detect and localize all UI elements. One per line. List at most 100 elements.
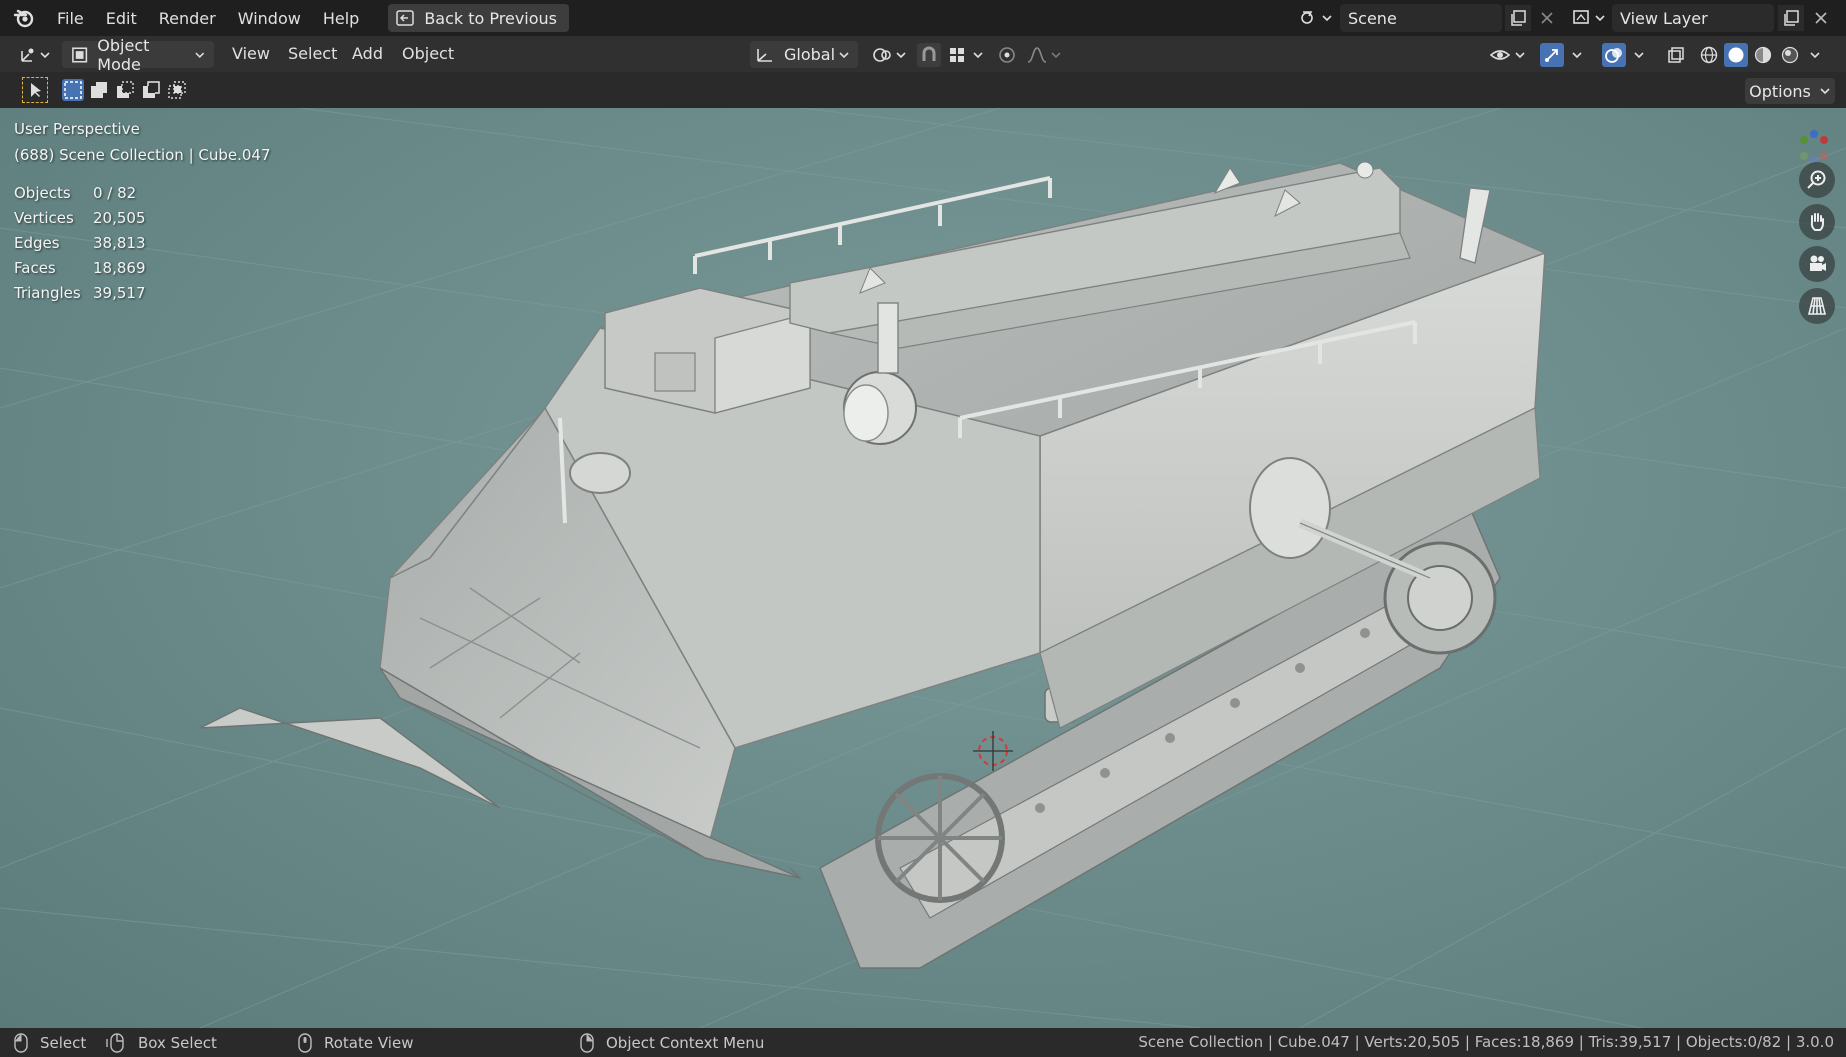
editor-type-button[interactable] (18, 43, 54, 67)
top-menu-bar: File Edit Render Window Help Back to Pre… (0, 0, 1846, 36)
snap-toggle[interactable] (917, 43, 941, 67)
shading-wireframe-button[interactable] (1697, 43, 1721, 67)
navigation-gizmo[interactable] (1796, 130, 1832, 166)
menu-file[interactable]: File (46, 9, 95, 28)
solid-sphere-icon (1728, 47, 1744, 63)
object-mode-label: Object Mode (97, 35, 150, 74)
delete-scene-button[interactable] (1534, 5, 1560, 31)
select-mode-intersect-button[interactable] (166, 79, 188, 101)
close-icon (1541, 12, 1553, 24)
menu-edit[interactable]: Edit (95, 9, 148, 28)
new-view-layer-button[interactable] (1778, 5, 1804, 31)
view-name: User Perspective (14, 120, 140, 138)
proportional-editing-toggle[interactable] (995, 43, 1019, 67)
chevron-down-icon (839, 51, 849, 58)
viewport-info-overlay: User Perspective (688) Scene Collection … (14, 120, 271, 309)
zoom-view-button[interactable] (1799, 162, 1835, 198)
chevron-down-icon (195, 52, 205, 58)
shading-dropdown[interactable] (1806, 43, 1824, 67)
status-rotate-view-label: Rotate View (324, 1034, 414, 1052)
object-visibility-dropdown[interactable] (1488, 43, 1528, 67)
transform-orientation-dropdown[interactable]: Global (750, 41, 858, 68)
tool-settings-bar: Options (0, 72, 1846, 108)
scene-name-field[interactable]: Scene (1340, 4, 1502, 32)
scene-selector-button[interactable] (1296, 7, 1336, 29)
stat-row: Objects 0 / 82 (14, 184, 271, 209)
viewport-scene[interactable] (0, 108, 1846, 1028)
status-context-menu-label: Object Context Menu (606, 1034, 765, 1052)
status-hint-context-menu: Object Context Menu (580, 1033, 764, 1053)
orientation-axes-icon (757, 48, 772, 62)
back-to-previous-button[interactable]: Back to Previous (388, 4, 570, 32)
select-extend-icon (91, 82, 107, 98)
shading-material-button[interactable] (1751, 43, 1775, 67)
shading-rendered-button[interactable] (1778, 43, 1802, 67)
menu-help[interactable]: Help (312, 9, 370, 28)
object-mode-dropdown[interactable]: Object Mode (62, 36, 214, 74)
pivot-point-icon (873, 48, 906, 62)
show-gizmo-toggle[interactable] (1540, 43, 1564, 67)
new-scene-button[interactable] (1505, 5, 1531, 31)
blender-logo-icon[interactable] (12, 6, 36, 30)
options-label: Options (1749, 81, 1811, 101)
collection-info: (688) Scene Collection | Cube.047 (14, 146, 271, 164)
show-overlays-toggle[interactable] (1602, 43, 1626, 67)
camera-icon (1810, 255, 1826, 271)
gizmo-dropdown[interactable] (1568, 43, 1586, 67)
select-mode-new-button[interactable] (62, 79, 84, 101)
wireframe-sphere-icon (1700, 46, 1718, 64)
menu-render[interactable]: Render (148, 9, 227, 28)
pan-view-button[interactable] (1799, 204, 1835, 240)
3d-viewport[interactable]: User Perspective (688) Scene Collection … (0, 108, 1846, 1028)
select-mode-difference-button[interactable] (140, 79, 162, 101)
scene-statistics: Objects 0 / 82 Vertices 20,505 Edges 38,813… (14, 184, 271, 309)
stat-value: 0 / 82 (93, 184, 137, 202)
select-mode-extend-button[interactable] (88, 79, 110, 101)
shading-solid-button[interactable] (1724, 43, 1748, 67)
stat-row: Vertices 20,505 (14, 209, 271, 234)
view-layer-value: View Layer (1620, 8, 1708, 28)
falloff-curve-icon (1027, 47, 1061, 63)
duplicate-icon (1784, 10, 1799, 26)
status-hint-select: Select (14, 1033, 86, 1053)
camera-view-button[interactable] (1799, 246, 1835, 282)
magnet-icon (922, 46, 936, 61)
pivot-point-dropdown[interactable] (870, 43, 908, 67)
menu-add[interactable]: Add (352, 44, 383, 63)
chevron-down-icon (1634, 52, 1644, 59)
menu-object[interactable]: Object (402, 44, 454, 63)
status-select-label: Select (40, 1034, 87, 1052)
back-button-label: Back to Previous (424, 8, 558, 28)
status-bar: Select Box Select Rotate View Object Con… (0, 1028, 1846, 1057)
menu-view[interactable]: View (232, 44, 270, 63)
xray-toggle[interactable] (1664, 43, 1688, 67)
select-tool-button[interactable] (22, 77, 48, 103)
options-dropdown[interactable]: Options (1745, 78, 1835, 104)
snap-target-dropdown[interactable] (946, 43, 986, 67)
chevron-down-icon (1810, 52, 1820, 59)
stat-label: Objects (14, 184, 71, 202)
stat-value: 38,813 (93, 234, 146, 252)
proportional-falloff-dropdown[interactable] (1024, 43, 1064, 67)
select-mode-subtract-button[interactable] (114, 79, 136, 101)
stat-label: Faces (14, 259, 56, 277)
stat-label: Triangles (14, 284, 81, 302)
toggle-perspective-button[interactable] (1799, 288, 1835, 324)
back-arrow-icon (396, 10, 415, 26)
scene-name-value: Scene (1348, 8, 1397, 28)
proportional-edit-icon (999, 47, 1015, 63)
stat-value: 18,869 (93, 259, 146, 277)
menu-window[interactable]: Window (227, 9, 312, 28)
view-layer-selector-button[interactable] (1570, 7, 1608, 29)
mouse-drag-icon (106, 1033, 124, 1053)
status-hint-rotate-view: Rotate View (298, 1033, 413, 1053)
view-layer-field[interactable]: View Layer (1612, 4, 1774, 32)
cursor-icon (31, 83, 41, 97)
select-intersect-icon (168, 81, 186, 99)
stat-row: Triangles 39,517 (14, 284, 271, 309)
overlays-dropdown[interactable] (1630, 43, 1648, 67)
scene-icon (1301, 11, 1332, 24)
menu-select[interactable]: Select (288, 44, 337, 63)
delete-view-layer-button[interactable] (1808, 5, 1834, 31)
close-icon (1815, 12, 1827, 24)
